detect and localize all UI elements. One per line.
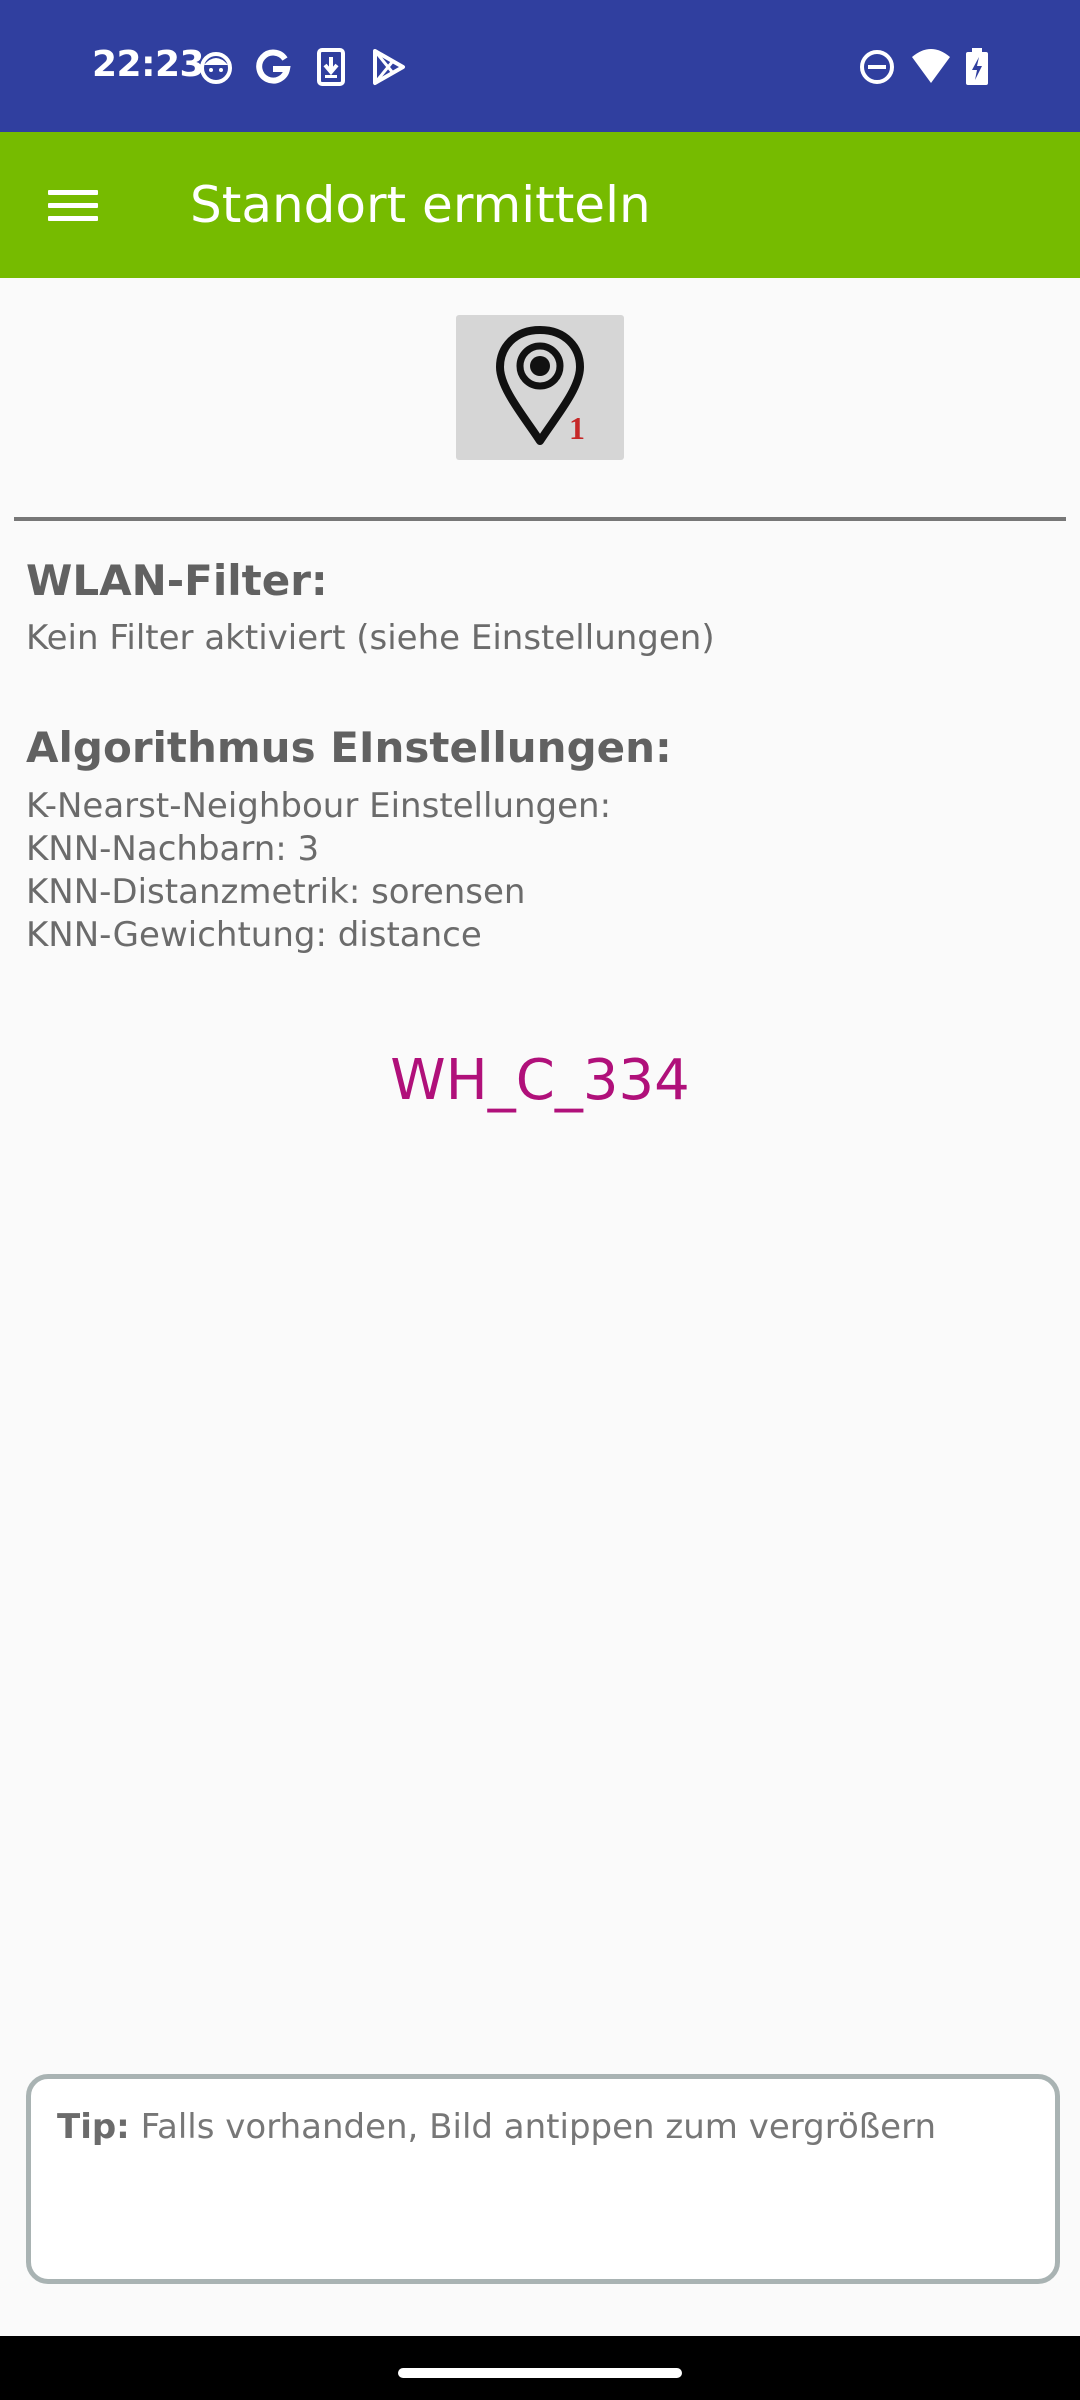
battery-charging-icon xyxy=(966,48,988,85)
location-result: WH_C_334 xyxy=(390,1048,690,1113)
algorithm-line: KNN-Gewichtung: distance xyxy=(26,915,482,955)
tip-message: Falls vorhanden, Bild antippen zum vergr… xyxy=(129,2107,937,2147)
face-notification-icon xyxy=(200,52,232,84)
tip-box: Tip: Falls vorhanden, Bild antippen zum … xyxy=(26,2074,1060,2284)
wifi-icon xyxy=(912,49,950,83)
pin-badge: 1 xyxy=(569,410,585,446)
hamburger-menu-icon[interactable] xyxy=(30,162,116,248)
home-gesture-handle[interactable] xyxy=(398,2368,682,2378)
algorithm-line: K-Nearst-Neighbour Einstellungen: xyxy=(26,786,612,826)
divider xyxy=(14,517,1066,521)
do-not-disturb-icon xyxy=(860,50,894,84)
algorithm-title: Algorithmus EInstellungen: xyxy=(26,723,672,772)
status-bar: 22:23 xyxy=(0,0,1080,132)
tip-label: Tip: xyxy=(57,2107,130,2147)
google-icon xyxy=(256,49,291,84)
tip-text: Tip: Falls vorhanden, Bild antippen zum … xyxy=(57,2107,936,2147)
map-pin-icon xyxy=(496,326,584,445)
wlan-filter-title: WLAN-Filter: xyxy=(26,556,328,605)
status-time: 22:23 xyxy=(92,44,205,85)
app-bar: Standort ermitteln xyxy=(0,132,1080,278)
algorithm-line: KNN-Distanzmetrik: sorensen xyxy=(26,872,526,912)
play-store-icon xyxy=(373,49,405,85)
locate-button[interactable]: 1 xyxy=(456,315,624,460)
page-title: Standort ermitteln xyxy=(190,176,651,234)
navigation-bar xyxy=(0,2336,1080,2400)
download-icon xyxy=(317,48,345,86)
wlan-filter-value: Kein Filter aktiviert (siehe Einstellung… xyxy=(26,618,715,658)
algorithm-line: KNN-Nachbarn: 3 xyxy=(26,829,320,869)
